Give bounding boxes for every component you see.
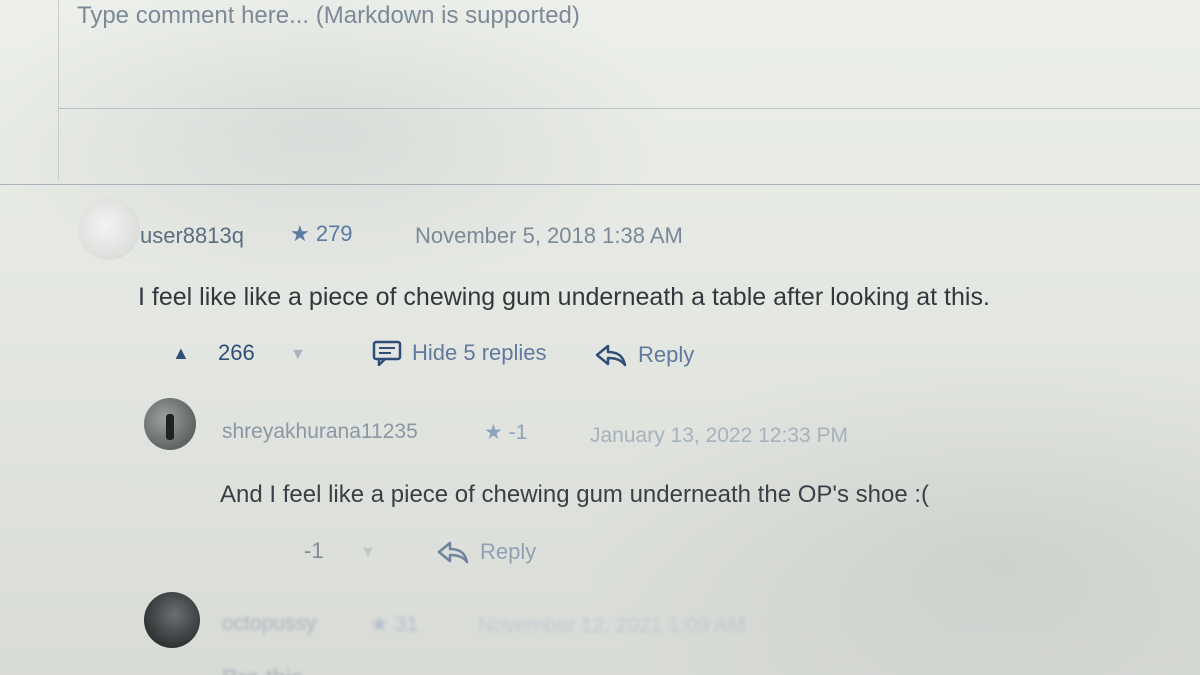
reply-button[interactable]: Reply — [436, 539, 536, 565]
reply-arrow-icon — [436, 540, 470, 564]
comment-username[interactable]: shreyakhurana11235 — [222, 420, 418, 444]
avatar[interactable] — [78, 198, 140, 260]
hide-replies-label: Hide 5 replies — [412, 340, 547, 365]
comment-username[interactable]: octopussy — [222, 612, 317, 636]
upvote-button[interactable]: ▲ — [172, 343, 190, 364]
comment-date: November 12, 2021 1:09 AM — [478, 614, 746, 637]
comment-date: January 13, 2022 12:33 PM — [590, 424, 849, 447]
comment-text: Bro this — [222, 665, 303, 675]
upvote-arrow-icon: ▲ — [172, 343, 190, 363]
reply-label: Reply — [480, 539, 537, 564]
downvote-button[interactable]: ▼ — [290, 346, 306, 364]
comment-input-placeholder: Type comment here... (Markdown is suppor… — [77, 2, 580, 29]
avatar[interactable] — [144, 398, 196, 450]
user-reputation: ★ 31 — [370, 613, 419, 636]
vote-score: -1 — [304, 538, 324, 563]
comment-input[interactable]: Type comment here... (Markdown is suppor… — [58, 0, 1200, 180]
comment-text: I feel like like a piece of chewing gum … — [138, 283, 990, 311]
downvote-arrow-icon: ▼ — [290, 346, 306, 363]
downvote-arrow-icon: ▼ — [360, 544, 376, 561]
reply-label: Reply — [638, 342, 695, 367]
vote-score: 266 — [218, 340, 255, 365]
avatar[interactable] — [144, 592, 200, 648]
user-reputation: ★ 279 — [290, 221, 353, 246]
comment-text: And I feel like a piece of chewing gum u… — [220, 481, 930, 508]
discussion-page: Type comment here... (Markdown is suppor… — [0, 0, 1200, 675]
user-reputation: ★ -1 — [484, 421, 528, 444]
comment-username[interactable]: user8813q — [140, 223, 244, 249]
downvote-button[interactable]: ▼ — [360, 544, 376, 562]
comment-date: November 5, 2018 1:38 AM — [415, 223, 683, 248]
reply-button[interactable]: Reply — [594, 342, 694, 368]
divider — [58, 108, 1200, 109]
comment-bubble-icon — [372, 340, 402, 366]
hide-replies-button[interactable]: Hide 5 replies — [372, 340, 547, 366]
divider — [0, 184, 1200, 185]
reply-arrow-icon — [594, 343, 628, 367]
